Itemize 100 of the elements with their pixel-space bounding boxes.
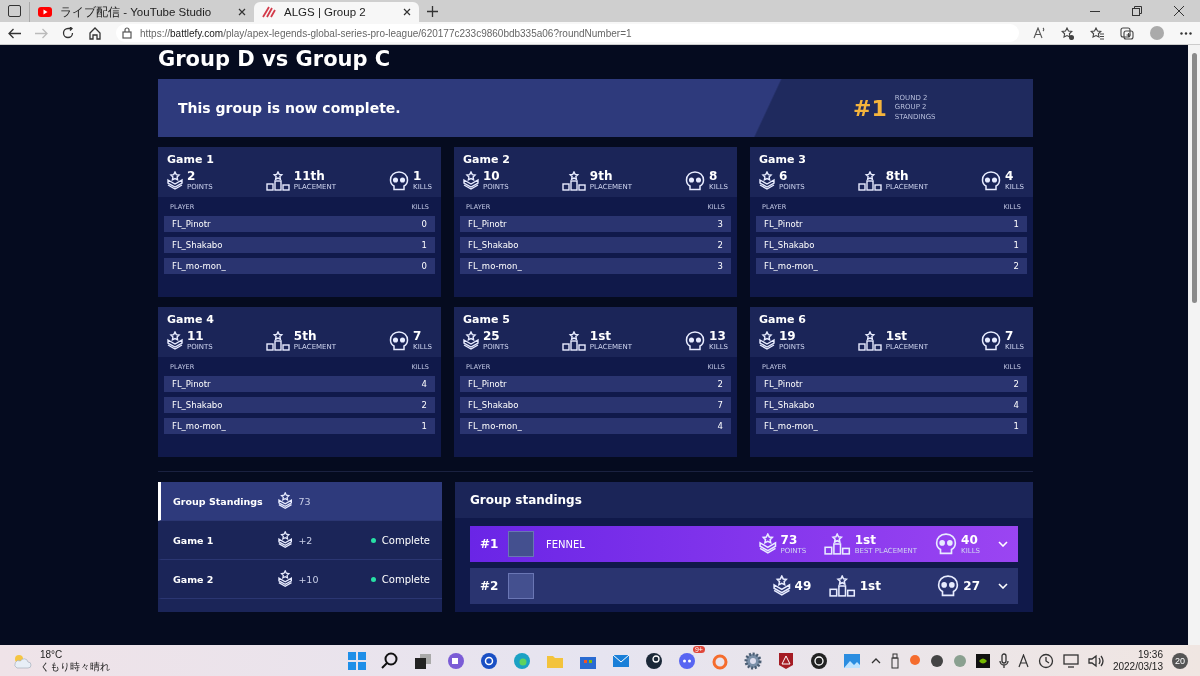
speaker-icon[interactable] xyxy=(1087,653,1104,668)
close-icon[interactable] xyxy=(238,8,246,16)
steam-icon[interactable] xyxy=(644,651,663,670)
collections-icon[interactable] xyxy=(1120,26,1134,40)
home-icon[interactable] xyxy=(88,26,102,40)
close-icon[interactable] xyxy=(1174,6,1184,16)
skull-icon xyxy=(389,330,410,351)
graphics-icon[interactable] xyxy=(975,653,990,668)
clock-time: 19:36 xyxy=(1137,648,1163,661)
game-title: Game 4 xyxy=(167,313,215,326)
placement-value: 5th xyxy=(293,330,318,342)
player-name: FL_Shakabo xyxy=(172,400,223,410)
weather-condition: くもり時々晴れ xyxy=(40,660,110,672)
game-title: Game 1 xyxy=(167,153,215,166)
clock-date: 2022/03/13 xyxy=(1112,660,1163,673)
photos-icon[interactable] xyxy=(842,651,861,670)
standings-title: Group standings xyxy=(470,493,582,507)
player-name: FL_Pinotr xyxy=(764,379,803,389)
scrollbar[interactable] xyxy=(1188,45,1200,645)
team-row[interactable]: #2 49 1st 27 xyxy=(470,568,1018,604)
record-icon[interactable] xyxy=(809,651,828,670)
podium-icon xyxy=(857,170,882,191)
points-value: 2 xyxy=(187,170,197,182)
favorites-icon[interactable] xyxy=(1090,26,1104,40)
shield-icon[interactable] xyxy=(776,651,795,670)
game-title: Game 6 xyxy=(759,313,807,326)
ime-icon[interactable] xyxy=(1017,653,1029,668)
game-controller-icon[interactable] xyxy=(677,651,696,670)
placement-value: 11th xyxy=(293,170,326,182)
player-name: FL_mo-mon_ xyxy=(764,421,818,431)
kills-value: 4 xyxy=(1005,170,1015,182)
usb-icon[interactable] xyxy=(889,652,900,669)
points-value: 73 xyxy=(298,495,311,507)
kills-value: 8 xyxy=(709,170,719,182)
settings-icon[interactable] xyxy=(743,651,762,670)
game-title: Game 2 xyxy=(463,153,511,166)
chevron-star-icon xyxy=(773,575,791,597)
podium-icon xyxy=(857,330,882,351)
standings-menu-item[interactable]: Game 2 +10 Complete xyxy=(158,560,442,599)
kills-value: 7 xyxy=(1005,330,1015,342)
team-name: FENNEL xyxy=(546,538,585,550)
back-icon[interactable] xyxy=(8,27,21,39)
game-title: Game 3 xyxy=(759,153,807,166)
claw-logo-icon xyxy=(262,6,276,18)
tab-actions-icon[interactable] xyxy=(8,5,21,17)
kill-count: 2 xyxy=(1013,379,1019,389)
browser-tab[interactable]: ALGS | Group 2 xyxy=(254,2,419,22)
podium-icon xyxy=(265,330,290,351)
team-rank: #2 xyxy=(480,579,496,593)
player-name: FL_mo-mon_ xyxy=(172,421,226,431)
player-name: FL_Shakabo xyxy=(468,400,519,410)
skull-icon xyxy=(981,330,1002,351)
read-aloud-icon[interactable] xyxy=(1033,27,1045,39)
points-value: +10 xyxy=(298,573,319,585)
status-dot xyxy=(370,537,376,543)
player-name: FL_Shakabo xyxy=(764,400,815,410)
placement-value: 1st xyxy=(885,330,909,342)
menu-label: Game 1 xyxy=(173,534,215,546)
standings-menu-item[interactable]: Game 1 +2 Complete xyxy=(158,521,442,560)
points-value: 11 xyxy=(187,330,205,342)
close-icon[interactable] xyxy=(403,8,411,16)
address-field[interactable]: https://battlefy.com/play/apex-legends-global-series-pro-league/620177c233c9860bdb335a06?roundNumber=1 xyxy=(116,24,1019,42)
skull-icon xyxy=(937,575,960,597)
chevron-down-icon[interactable] xyxy=(998,583,1008,589)
standings-menu-item[interactable]: Group Standings 73 xyxy=(158,482,442,521)
network-icon[interactable] xyxy=(1062,653,1079,668)
kill-count: 2 xyxy=(717,379,723,389)
player-name: FL_mo-mon_ xyxy=(764,261,818,271)
menu-label: Group Standings xyxy=(173,495,264,507)
kills-value: 13 xyxy=(709,330,727,342)
task-view-icon[interactable] xyxy=(413,651,432,670)
star-plus-icon[interactable] xyxy=(1061,26,1074,40)
new-tab-icon[interactable] xyxy=(427,6,438,17)
more-icon[interactable] xyxy=(1180,31,1192,35)
microphone-icon[interactable] xyxy=(998,652,1009,669)
podium-icon xyxy=(829,575,856,597)
kill-count: 0 xyxy=(421,261,427,271)
rank-number: #1 xyxy=(853,95,887,121)
chevron-star-icon xyxy=(759,170,775,191)
game-title: Game 5 xyxy=(463,313,511,326)
player-name: FL_mo-mon_ xyxy=(172,261,226,271)
chevron-star-icon xyxy=(278,492,293,510)
reload-icon[interactable] xyxy=(62,27,74,39)
caret-up-icon[interactable] xyxy=(870,657,881,664)
kills-value: 7 xyxy=(413,330,423,342)
notification-count[interactable]: 20 xyxy=(1172,652,1188,669)
player-name: FL_Pinotr xyxy=(468,379,507,389)
player-name: FL_mo-mon_ xyxy=(468,261,522,271)
clock-icon[interactable] xyxy=(1037,652,1054,669)
restore-icon[interactable] xyxy=(1132,6,1142,16)
player-name: FL_Shakabo xyxy=(172,240,223,250)
chevron-star-icon xyxy=(167,330,183,351)
chevron-star-icon xyxy=(167,170,183,191)
kill-count: 2 xyxy=(421,400,427,410)
kill-count: 1 xyxy=(421,421,427,431)
chevron-star-icon xyxy=(463,170,479,191)
start-icon[interactable] xyxy=(347,651,366,670)
search-icon[interactable] xyxy=(380,651,399,670)
kill-count: 7 xyxy=(717,400,723,410)
player-name: FL_Pinotr xyxy=(764,219,803,229)
